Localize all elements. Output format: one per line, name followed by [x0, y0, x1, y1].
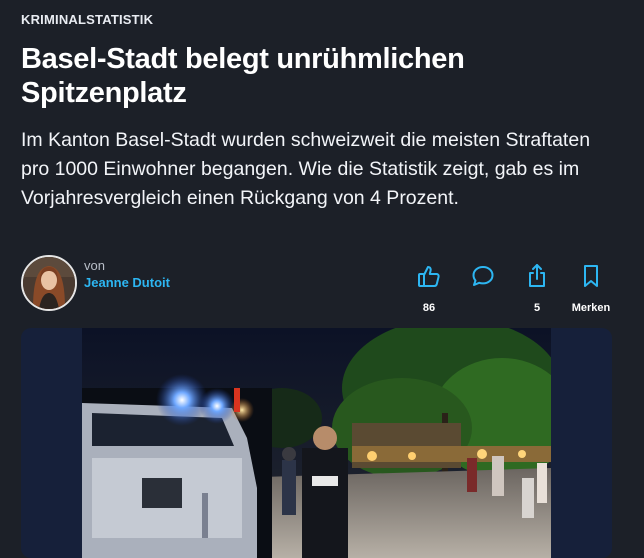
article-photo[interactable] [82, 328, 551, 558]
bookmark-icon [584, 265, 598, 287]
like-button[interactable]: 86 [399, 262, 459, 316]
thumbs-up-icon [418, 266, 440, 287]
share-count: 5 [533, 302, 541, 314]
comment-count [453, 302, 513, 316]
save-button[interactable]: Merken [561, 262, 621, 316]
article-lead: Im Kanton Basel-Stadt wurden schweizweit… [21, 129, 591, 209]
article-headline: Basel-Stadt belegt unrühmlichen Spitzenp… [21, 43, 465, 109]
share-button[interactable]: 5 [507, 262, 567, 316]
like-count: 86 [422, 302, 436, 314]
author-avatar[interactable] [21, 255, 77, 311]
share-icon [529, 264, 545, 287]
author-by-label: von [84, 258, 105, 273]
article-kicker: KRIMINALSTATISTIK [21, 12, 154, 27]
comment-bubble-icon [472, 266, 494, 286]
article-media[interactable] [21, 328, 612, 558]
save-label: Merken [571, 302, 611, 314]
comment-button[interactable] [453, 262, 513, 316]
author-name-link[interactable]: Jeanne Dutoit [84, 275, 170, 290]
